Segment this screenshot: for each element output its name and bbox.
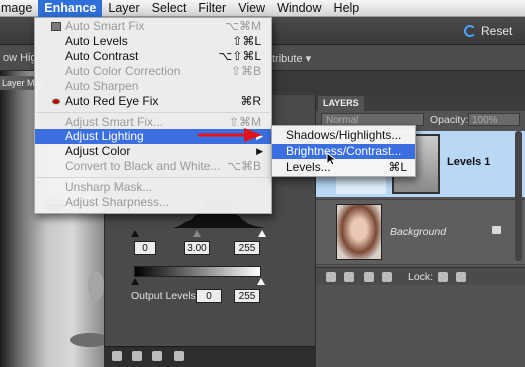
- white-point-slider[interactable]: [258, 230, 266, 237]
- opacity-field[interactable]: 100%: [468, 113, 520, 126]
- layer-thumbnail[interactable]: [336, 204, 382, 260]
- menu-item-label: Auto Levels: [65, 34, 128, 48]
- layer-row-background[interactable]: Background: [316, 199, 525, 265]
- output-white-slider[interactable]: [257, 278, 265, 285]
- layers-footer: Lock:: [316, 267, 525, 285]
- menu-item-label: Levels...: [286, 160, 331, 174]
- adjust-lighting-submenu: Shadows/Highlights... Brightness/Contras…: [271, 125, 416, 177]
- menu-item-label: Unsharp Mask...: [65, 180, 153, 194]
- menu-item-label: Adjust Sharpness...: [65, 195, 170, 209]
- options-left-text: ow Hig: [3, 52, 37, 64]
- output-white-field[interactable]: 255: [234, 289, 260, 303]
- lock-pixels-icon[interactable]: [438, 272, 448, 282]
- gamma-slider[interactable]: [193, 230, 201, 237]
- red-eye-icon: [51, 98, 61, 105]
- menu-item-label: Auto Sharpen: [65, 79, 139, 93]
- menu-item-adjust-sharpness[interactable]: Adjust Sharpness...: [35, 195, 271, 210]
- output-black-field[interactable]: 0: [196, 289, 222, 303]
- layers-scrollbar[interactable]: [515, 131, 522, 261]
- clip-icon[interactable]: [112, 351, 122, 361]
- menu-item-label: Adjust Smart Fix...: [65, 115, 164, 129]
- menu-item-label: Auto Smart Fix: [65, 19, 145, 33]
- reset-panels-button[interactable]: Reset P: [461, 20, 521, 60]
- menu-item-levels[interactable]: Levels... ⌘L: [272, 160, 415, 175]
- layer-name[interactable]: Background: [390, 226, 446, 238]
- lock-all-icon[interactable]: [456, 272, 466, 282]
- menu-item-label: Adjust Color: [65, 144, 131, 158]
- menu-separator: [36, 177, 270, 178]
- trash-icon[interactable]: [382, 272, 392, 282]
- opacity-label: Opacity:: [430, 114, 469, 126]
- input-black-field[interactable]: 0: [134, 241, 156, 255]
- mouse-cursor-icon: [326, 152, 336, 166]
- menu-item-shortcut: ⌘R: [240, 94, 261, 108]
- tab-layers[interactable]: LAYERS: [318, 96, 364, 111]
- output-levels-label: Output Levels:: [131, 290, 199, 302]
- menu-item-label: Auto Color Correction: [65, 64, 181, 78]
- menu-item-label: Auto Red Eye Fix: [65, 94, 159, 108]
- menu-item-auto-sharpen[interactable]: Auto Sharpen: [35, 79, 271, 94]
- menu-item-auto-contrast[interactable]: Auto Contrast ⌥⇧⌘L: [35, 49, 271, 64]
- menu-item-shortcut: ⌘L: [388, 160, 407, 174]
- input-white-field[interactable]: 255: [234, 241, 260, 255]
- lock-icon: [492, 226, 501, 234]
- photo-nose: [88, 271, 104, 301]
- menu-item-auto-levels[interactable]: Auto Levels ⇧⌘L: [35, 34, 271, 49]
- enhance-menu: Auto Smart Fix ⌥⌘M Auto Levels ⇧⌘L Auto …: [34, 17, 272, 214]
- menu-item-shortcut: ⇧⌘B: [230, 64, 261, 78]
- menu-layer[interactable]: Layer: [102, 0, 145, 17]
- menu-item-shortcut: ⌥⇧⌘L: [218, 49, 261, 63]
- menu-item-label: Shadows/Highlights...: [286, 128, 402, 142]
- lock-label: Lock:: [408, 271, 434, 283]
- menu-item-unsharp-mask[interactable]: Unsharp Mask...: [35, 180, 271, 195]
- input-gamma-field[interactable]: 3.00: [184, 241, 210, 255]
- menu-item-label: Brightness/Contrast...: [286, 144, 402, 158]
- menu-help[interactable]: Help: [328, 0, 366, 17]
- menu-item-auto-smart-fix[interactable]: Auto Smart Fix ⌥⌘M: [35, 19, 271, 34]
- menu-view[interactable]: View: [232, 0, 271, 17]
- layers-tab-row: LAYERS: [316, 95, 525, 111]
- distribute-dropdown[interactable]: tribute ▾: [272, 52, 311, 65]
- menu-item-auto-color-correction[interactable]: Auto Color Correction ⇧⌘B: [35, 64, 271, 79]
- reset-icon: [464, 25, 476, 37]
- photo-lips: [70, 333, 104, 347]
- menu-item-label: Convert to Black and White...: [65, 159, 221, 173]
- menu-enhance[interactable]: Enhance: [38, 0, 103, 17]
- menu-item-convert-bw[interactable]: Convert to Black and White... ⌥⌘B: [35, 159, 271, 174]
- layer-name[interactable]: Levels 1: [447, 156, 490, 168]
- black-point-slider[interactable]: [131, 230, 139, 237]
- annotation-arrow-icon: [198, 128, 262, 142]
- menu-filter[interactable]: Filter: [192, 0, 232, 17]
- new-layer-icon[interactable]: [326, 272, 336, 282]
- menu-item-adjust-color[interactable]: Adjust Color ▶: [35, 144, 271, 159]
- output-gradient: [134, 266, 261, 277]
- mask-icon[interactable]: [344, 272, 354, 282]
- menu-item-brightness-contrast[interactable]: Brightness/Contrast...: [272, 144, 415, 159]
- menu-select[interactable]: Select: [146, 0, 193, 17]
- menu-item-shortcut: ⌥⌘M: [225, 19, 261, 33]
- smart-fix-icon: [51, 22, 61, 31]
- submenu-arrow-icon: ▶: [256, 146, 263, 156]
- adjustment-icon[interactable]: [364, 272, 374, 282]
- menu-item-label: Auto Contrast: [65, 49, 139, 63]
- menu-separator: [36, 112, 270, 113]
- menu-image[interactable]: mage: [0, 0, 38, 17]
- delete-icon[interactable]: [174, 351, 184, 361]
- eye-icon[interactable]: [132, 351, 142, 361]
- menu-window[interactable]: Window: [271, 0, 327, 17]
- menu-item-shortcut: ⇧⌘L: [232, 34, 261, 48]
- menu-bar: mage Enhance Layer Select Filter View Wi…: [0, 0, 525, 17]
- menu-item-auto-red-eye-fix[interactable]: Auto Red Eye Fix ⌘R: [35, 94, 271, 109]
- menu-item-shadows-highlights[interactable]: Shadows/Highlights...: [272, 128, 415, 143]
- reset-levels-icon[interactable]: [152, 351, 162, 361]
- menu-item-label: Adjust Lighting: [65, 129, 144, 143]
- output-black-slider[interactable]: [131, 278, 139, 285]
- menu-item-shortcut: ⌥⌘B: [227, 159, 261, 173]
